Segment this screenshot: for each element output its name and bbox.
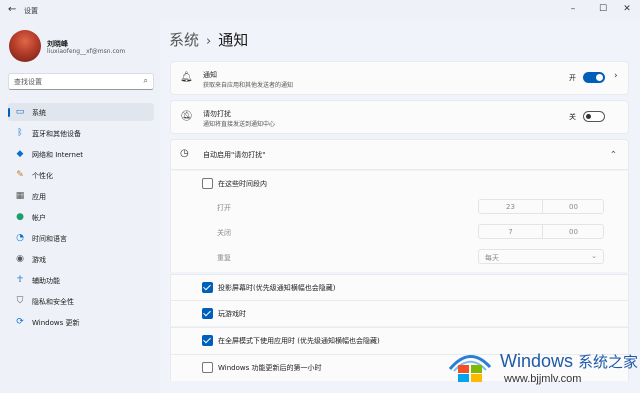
repeat-dropdown[interactable]: 每天 ⌄ xyxy=(478,249,604,264)
active-indicator xyxy=(8,108,10,117)
dnd-toggle[interactable] xyxy=(583,111,605,122)
breadcrumb-parent[interactable]: 系统 xyxy=(169,31,199,49)
monitor-icon: ▭ xyxy=(15,107,25,117)
sidebar-item-apps[interactable]: ▦ 应用 xyxy=(8,187,154,205)
end-time-label: 关闭 xyxy=(217,229,231,237)
option-label: 在全屏模式下使用应用时 (优先级通知横幅也会隐藏) xyxy=(218,337,380,345)
bell-snooze-icon: 🔕︎ xyxy=(180,111,193,122)
sidebar-item-system[interactable]: ▭ 系统 xyxy=(8,103,154,121)
notifications-card[interactable]: 🔔︎ 通知 获取来自应用和其他发送者的通知 开 › xyxy=(170,61,629,95)
option-row: 投影屏幕时(优先级通知横幅也会隐藏) xyxy=(170,275,629,300)
page-title: 通知 xyxy=(218,31,249,49)
start-time-label: 打开 xyxy=(217,204,231,212)
back-arrow-icon[interactable]: ← xyxy=(8,4,16,15)
option-label: 玩游戏时 xyxy=(218,310,246,318)
watermark: Windows 系统之家 www.bjjmlv.com xyxy=(446,339,639,389)
end-hour: 7 xyxy=(508,228,513,236)
window-title: 设置 xyxy=(24,7,38,15)
notifications-toggle[interactable] xyxy=(583,72,605,83)
watermark-cn: 系统之家 xyxy=(578,354,639,371)
sidebar-item-label: 时间和语言 xyxy=(32,235,67,243)
notifications-title: 通知 xyxy=(203,71,217,79)
sidebar-item-gaming[interactable]: ◉ 游戏 xyxy=(8,250,154,268)
sidebar-item-label: 个性化 xyxy=(32,172,53,180)
notifications-toggle-label: 开 xyxy=(569,74,576,82)
auto-dnd-title: 自动启用"请勿打扰" xyxy=(203,151,266,159)
sidebar-item-label: 游戏 xyxy=(32,256,46,264)
breadcrumb: 系统 › 通知 xyxy=(169,29,248,50)
globe-clock-icon: ◔ xyxy=(16,233,24,243)
auto-dnd-header[interactable]: ◷ 自动启用"请勿打扰" › xyxy=(170,139,629,170)
sidebar-item-bluetooth[interactable]: ᛒ 蓝牙和其他设备 xyxy=(8,124,154,142)
watermark-url: www.bjjmlv.com xyxy=(504,373,582,385)
minimize-icon[interactable]: – xyxy=(566,4,580,14)
apps-icon: ▦ xyxy=(15,191,25,201)
chevron-down-icon: ⌄ xyxy=(591,252,597,260)
update-icon: ⟳ xyxy=(16,317,24,327)
clock-icon: ◷ xyxy=(180,148,189,159)
during-times-checkbox[interactable] xyxy=(202,178,213,189)
start-hour: 23 xyxy=(506,203,515,211)
sidebar-item-network[interactable]: ◆ 网络和 Internet xyxy=(8,145,154,163)
breadcrumb-separator: › xyxy=(206,34,212,49)
gamepad-icon: ◉ xyxy=(16,254,24,264)
start-time-picker[interactable]: 23 00 xyxy=(478,199,604,214)
accessibility-icon: ☥ xyxy=(16,275,24,285)
dnd-card: 🔕︎ 请勿打扰 通知将直接发送到通知中心 关 xyxy=(170,100,629,134)
close-icon[interactable]: ✕ xyxy=(620,4,634,14)
repeat-value: 每天 xyxy=(485,254,499,262)
repeat-label: 重复 xyxy=(217,254,231,262)
shield-icon: ⛉ xyxy=(16,296,24,306)
bell-icon: 🔔︎ xyxy=(180,72,193,83)
during-times-label: 在这些时间段内 xyxy=(218,180,267,188)
option-label: Windows 功能更新后的第一小时 xyxy=(218,364,322,372)
option-label: 投影屏幕时(优先级通知横幅也会隐藏) xyxy=(218,284,336,292)
sidebar-item-accessibility[interactable]: ☥ 辅助功能 xyxy=(8,271,154,289)
search-input[interactable]: 查找设置 ⌕ xyxy=(8,73,154,90)
feature-update-checkbox[interactable] xyxy=(202,362,213,373)
avatar[interactable] xyxy=(9,30,41,62)
sidebar-item-label: 应用 xyxy=(32,193,46,201)
sidebar-item-label: 网络和 Internet xyxy=(32,151,84,159)
search-icon[interactable]: ⌕ xyxy=(144,76,148,86)
user-email: liuxiaofeng__xf@msn.com xyxy=(47,48,126,55)
end-time-picker[interactable]: 7 00 xyxy=(478,224,604,239)
start-minute: 00 xyxy=(569,203,578,211)
sidebar-item-label: Windows 更新 xyxy=(32,319,80,327)
sidebar-item-label: 系统 xyxy=(32,109,46,117)
sidebar-item-label: 辅助功能 xyxy=(32,277,60,285)
schedule-section: 在这些时间段内 打开 23 00 关闭 7 00 重复 每天 ⌄ xyxy=(170,171,629,272)
chevron-right-icon[interactable]: › xyxy=(614,71,618,81)
search-placeholder: 查找设置 xyxy=(14,78,42,86)
bluetooth-icon: ᛒ xyxy=(17,128,23,138)
dnd-title: 请勿打扰 xyxy=(203,110,231,118)
fullscreen-checkbox[interactable] xyxy=(202,335,213,346)
sidebar-item-label: 帐户 xyxy=(32,214,46,222)
sidebar-item-accounts[interactable]: ● 帐户 xyxy=(8,208,154,226)
sidebar-item-personalization[interactable]: ✎ 个性化 xyxy=(8,166,154,184)
sidebar-item-time-language[interactable]: ◔ 时间和语言 xyxy=(8,229,154,247)
gaming-checkbox[interactable] xyxy=(202,308,213,319)
end-minute: 00 xyxy=(569,228,578,236)
sidebar-item-privacy[interactable]: ⛉ 隐私和安全性 xyxy=(8,292,154,310)
maximize-icon[interactable]: ☐ xyxy=(596,4,610,14)
sidebar-item-label: 隐私和安全性 xyxy=(32,298,74,306)
notifications-subtitle: 获取来自应用和其他发送者的通知 xyxy=(203,82,294,89)
windows-logo-icon xyxy=(448,355,492,382)
projecting-checkbox[interactable] xyxy=(202,282,213,293)
dnd-subtitle: 通知将直接发送到通知中心 xyxy=(203,121,276,128)
person-icon: ● xyxy=(16,212,24,222)
dnd-toggle-label: 关 xyxy=(569,113,576,121)
title-bar: ← 设置 – ☐ ✕ xyxy=(0,0,640,20)
sidebar-item-label: 蓝牙和其他设备 xyxy=(32,130,81,138)
chevron-up-icon[interactable]: › xyxy=(609,150,619,154)
brush-icon: ✎ xyxy=(16,170,24,180)
watermark-brand: Windows xyxy=(500,351,574,371)
option-row: 玩游戏时 xyxy=(170,301,629,326)
sidebar-item-windows-update[interactable]: ⟳ Windows 更新 xyxy=(8,313,154,331)
wifi-icon: ◆ xyxy=(16,149,24,159)
